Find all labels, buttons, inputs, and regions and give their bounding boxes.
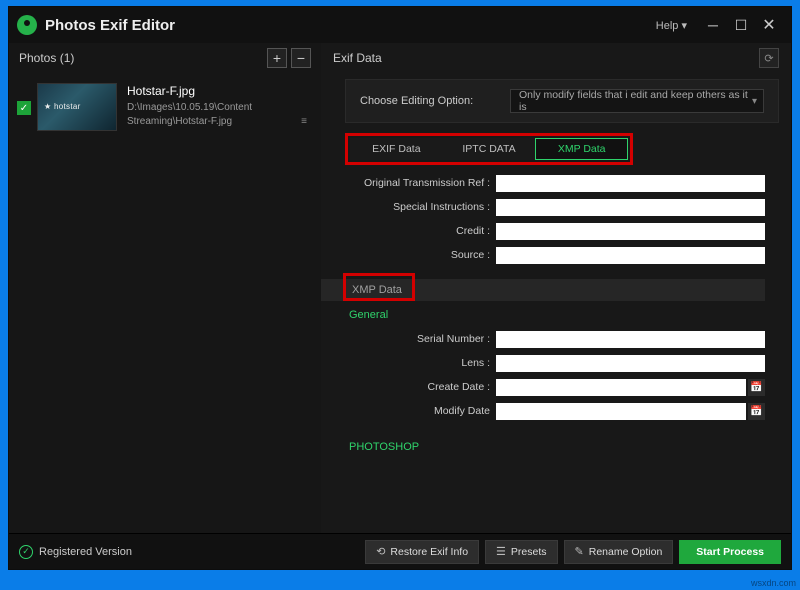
calendar-icon[interactable]: 📅 [748, 379, 765, 396]
field-row: Lens : [341, 351, 765, 375]
close-button[interactable]: ✕ [755, 11, 783, 39]
tab-iptc-data[interactable]: IPTC DATA [443, 138, 536, 160]
photo-thumbnail [37, 83, 117, 131]
photo-filename: Hotstar-F.jpg [127, 83, 252, 99]
app-title: Photos Exif Editor [45, 17, 175, 34]
field-row: Serial Number : [341, 327, 765, 351]
photo-path-line2: Streaming\Hotstar-F.jpg [127, 115, 252, 129]
field-row: Original Transmission Ref : [341, 171, 765, 195]
editing-option-bar: Choose Editing Option: Only modify field… [345, 79, 779, 123]
main-area: Photos (1) + − ✓ Hotstar-F.jpg D:\Images… [9, 43, 791, 533]
xmp-section-header: XMP Data [321, 279, 765, 301]
refresh-button[interactable]: ⟳ [759, 48, 779, 68]
remove-photo-button[interactable]: − [291, 48, 311, 68]
field-row: Special Instructions : [341, 195, 765, 219]
photos-panel: Photos (1) + − ✓ Hotstar-F.jpg D:\Images… [9, 43, 321, 533]
restore-icon: ⟲ [376, 545, 385, 558]
photos-count-label: Photos (1) [19, 51, 263, 65]
photo-checkbox[interactable]: ✓ [17, 101, 31, 115]
restore-exif-button[interactable]: ⟲Restore Exif Info [365, 540, 479, 564]
presets-button[interactable]: ☰Presets [485, 540, 557, 564]
editing-option-value: Only modify fields that i edit and keep … [519, 89, 755, 113]
general-subheading: General [349, 309, 765, 321]
titlebar: Photos Exif Editor Help ▾ ─ ☐ ✕ [9, 7, 791, 43]
check-circle-icon: ✓ [19, 545, 33, 559]
field-label: Lens : [341, 357, 496, 369]
start-process-button[interactable]: Start Process [679, 540, 781, 564]
special-instructions-input[interactable] [496, 199, 765, 216]
app-window: Photos Exif Editor Help ▾ ─ ☐ ✕ Photos (… [8, 6, 792, 570]
photo-path-line1: D:\Images\10.05.19\Content [127, 101, 252, 115]
field-label: Serial Number : [341, 333, 496, 345]
field-label: Modify Date [341, 405, 496, 417]
exif-header-label: Exif Data [333, 51, 759, 65]
original-transmission-ref-input[interactable] [496, 175, 765, 192]
source-input[interactable] [496, 247, 765, 264]
create-date-input[interactable] [496, 379, 746, 396]
exif-panel: Exif Data ⟳ Choose Editing Option: Only … [321, 43, 791, 533]
credit-input[interactable] [496, 223, 765, 240]
tab-exif-data[interactable]: EXIF Data [350, 138, 443, 160]
presets-icon: ☰ [496, 545, 506, 558]
photo-item-menu-icon[interactable]: ≡ [295, 112, 313, 131]
photo-list-item[interactable]: ✓ Hotstar-F.jpg D:\Images\10.05.19\Conte… [9, 73, 321, 141]
field-row: Source : [341, 243, 765, 267]
rename-option-button[interactable]: ✎Rename Option [564, 540, 674, 564]
lens-input[interactable] [496, 355, 765, 372]
field-label: Create Date : [341, 381, 496, 393]
field-label: Special Instructions : [341, 201, 496, 213]
editing-option-select[interactable]: Only modify fields that i edit and keep … [510, 89, 764, 113]
footer-bar: ✓ Registered Version ⟲Restore Exif Info … [9, 533, 791, 569]
maximize-button[interactable]: ☐ [727, 11, 755, 39]
serial-number-input[interactable] [496, 331, 765, 348]
add-photo-button[interactable]: + [267, 48, 287, 68]
photo-meta: Hotstar-F.jpg D:\Images\10.05.19\Content… [117, 83, 252, 128]
registered-status: ✓ Registered Version [19, 545, 132, 559]
tab-xmp-data[interactable]: XMP Data [535, 138, 628, 160]
field-label: Original Transmission Ref : [341, 177, 496, 189]
data-type-tabs: EXIF Data IPTC DATA XMP Data [345, 133, 633, 165]
minimize-button[interactable]: ─ [699, 11, 727, 39]
calendar-icon[interactable]: 📅 [748, 403, 765, 420]
field-row: Modify Date 📅 [341, 399, 765, 423]
photos-panel-header: Photos (1) + − [9, 43, 321, 73]
registered-label: Registered Version [39, 546, 132, 558]
exif-panel-header: Exif Data ⟳ [321, 43, 791, 73]
watermark: wsxdn.com [751, 578, 796, 588]
field-row: Create Date : 📅 [341, 375, 765, 399]
pencil-icon: ✎ [575, 545, 584, 558]
field-label: Credit : [341, 225, 496, 237]
field-row: Credit : [341, 219, 765, 243]
help-menu[interactable]: Help ▾ [656, 19, 687, 32]
fields-scroll-area[interactable]: Original Transmission Ref : Special Inst… [321, 165, 791, 533]
app-logo-icon [17, 15, 37, 35]
modify-date-input[interactable] [496, 403, 746, 420]
xmp-section-label: XMP Data [343, 273, 415, 301]
field-label: Source : [341, 249, 496, 261]
editing-option-label: Choose Editing Option: [360, 95, 510, 107]
photoshop-subheading: PHOTOSHOP [349, 441, 765, 453]
